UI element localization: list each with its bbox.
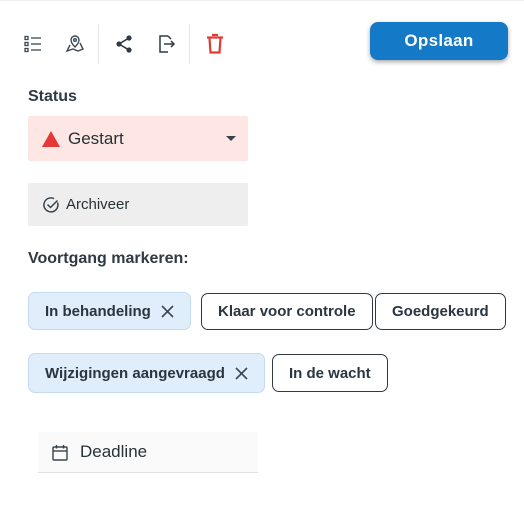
status-label: Status [28, 88, 77, 105]
calendar-icon [52, 444, 68, 461]
chip-label: Wijzigingen aangevraagd [45, 364, 225, 382]
check-circle-icon [43, 196, 59, 213]
share-button[interactable] [107, 27, 141, 61]
delete-icon [207, 33, 223, 54]
checklist-icon [24, 35, 41, 53]
progress-chip-goedgekeurd[interactable]: Goedgekeurd [375, 293, 506, 330]
archive-label: Archiveer [66, 196, 130, 213]
status-select[interactable]: Gestart [28, 116, 248, 161]
deadline-label: Deadline [80, 442, 148, 461]
top-divider [0, 0, 524, 1]
status-selected-value: Gestart [68, 128, 124, 148]
chip-label: In de wacht [289, 364, 371, 382]
deadline-field[interactable]: Deadline [38, 432, 258, 473]
progress-label: Voortgang markeren: [28, 250, 189, 267]
chip-label: Klaar voor controle [218, 303, 356, 320]
export-button[interactable] [149, 27, 183, 61]
chip-label: Goedgekeurd [392, 303, 489, 320]
save-button[interactable]: Opslaan [370, 22, 508, 60]
warning-triangle-icon [42, 130, 60, 147]
export-icon [159, 35, 176, 53]
delete-button[interactable] [198, 27, 232, 61]
chip-label: In behandeling [45, 302, 151, 320]
progress-chip-wijzigingen-aangevraagd[interactable]: Wijzigingen aangevraagd [28, 353, 265, 393]
toolbar-separator [98, 24, 99, 64]
progress-chip-in-de-wacht[interactable]: In de wacht [272, 354, 388, 392]
share-icon [116, 35, 132, 53]
toolbar [16, 22, 232, 66]
close-icon[interactable] [235, 366, 248, 380]
close-icon[interactable] [161, 304, 174, 318]
map-pin-icon [65, 35, 84, 53]
chevron-down-icon [226, 136, 236, 141]
progress-chip-klaar-voor-controle[interactable]: Klaar voor controle [201, 293, 373, 330]
progress-chip-in-behandeling[interactable]: In behandeling [28, 292, 191, 330]
map-pin-button[interactable] [58, 27, 92, 61]
checklist-button[interactable] [16, 27, 50, 61]
archive-button[interactable]: Archiveer [28, 183, 248, 226]
toolbar-separator [189, 24, 190, 64]
